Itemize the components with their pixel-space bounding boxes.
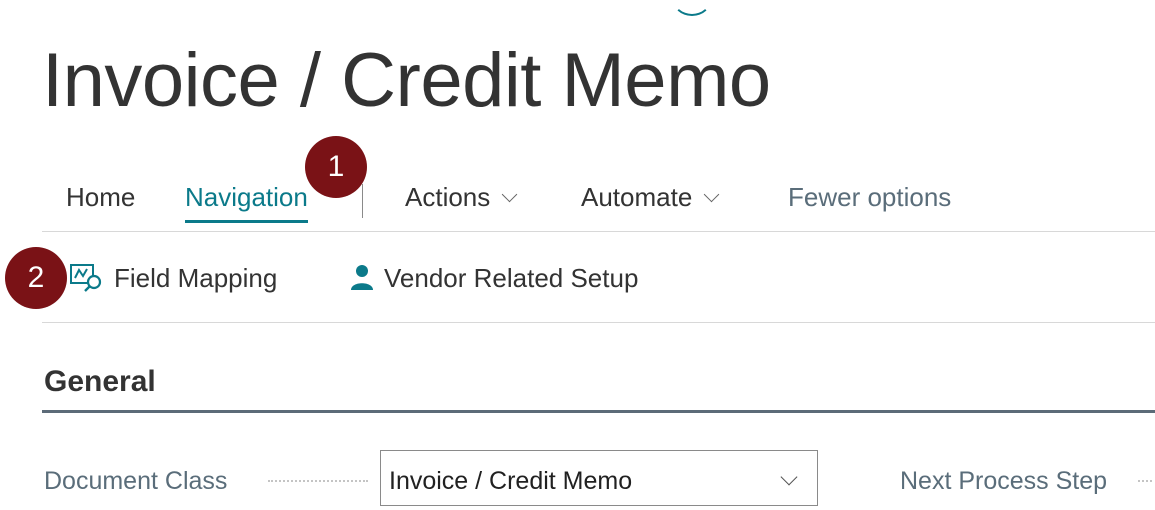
field-mapping-icon [70,264,104,292]
page-title: Invoice / Credit Memo [42,38,771,123]
divider [42,322,1155,323]
actions-menu[interactable]: Actions [405,182,518,212]
field-mapping-label: Field Mapping [114,263,278,293]
chevron-down-icon [501,186,518,203]
promoted-actions-bar: Field Mapping Vendor Related Setup [0,244,1155,316]
document-class-select[interactable]: Invoice / Credit Memo [380,450,818,506]
field-row: Document Class Invoice / Credit Memo Nex… [0,450,1155,510]
divider [42,231,1155,232]
fewer-options-button[interactable]: Fewer options [788,182,951,212]
chevron-down-icon [780,468,798,486]
vendor-related-setup-button[interactable]: Vendor Related Setup [350,262,638,294]
section-underline [42,410,1155,413]
callout-badge-2: 2 [5,247,67,309]
vendor-related-setup-label: Vendor Related Setup [384,263,639,293]
tab-home[interactable]: Home [66,182,135,212]
document-class-label: Document Class [44,467,228,495]
actions-menu-label: Actions [405,182,491,212]
dotted-leader [268,480,368,482]
dotted-leader [1138,480,1152,482]
next-process-step-label: Next Process Step [900,467,1108,495]
callout-badge-1: 1 [305,136,367,198]
section-title-general[interactable]: General [44,364,156,400]
automate-menu[interactable]: Automate [581,182,720,212]
divider [362,184,363,218]
chevron-down-icon [704,186,720,203]
document-class-value: Invoice / Credit Memo [389,467,633,495]
tab-navigation[interactable]: Navigation [185,182,308,223]
action-bar: Home Navigation Actions Automate Fewer o… [0,168,1155,230]
person-icon [350,264,374,292]
field-mapping-button[interactable]: Field Mapping [70,262,277,294]
loading-indicator-arc [672,0,712,16]
automate-menu-label: Automate [581,182,693,212]
